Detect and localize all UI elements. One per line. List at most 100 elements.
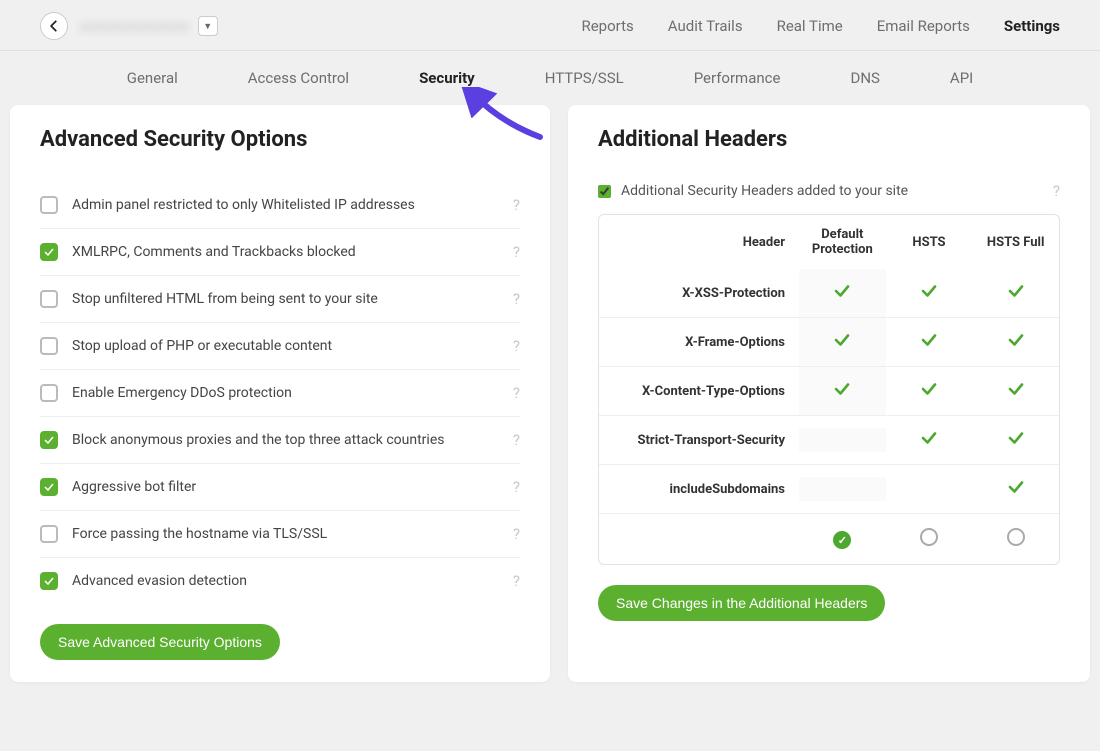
top-nav: Reports Audit Trails Real Time Email Rep…	[581, 17, 1060, 35]
header-name: X-Content-Type-Options	[599, 372, 799, 411]
check-icon	[831, 281, 853, 305]
headers-table-cell	[972, 367, 1059, 415]
check-icon	[831, 330, 853, 354]
security-option-row: Block anonymous proxies and the top thre…	[40, 417, 520, 464]
check-icon	[918, 330, 940, 354]
security-option-label: XMLRPC, Comments and Trackbacks blocked	[72, 244, 513, 260]
headers-table-cell	[972, 318, 1059, 366]
help-icon[interactable]: ?	[513, 384, 520, 402]
headers-table-cell	[886, 318, 973, 366]
col-hsts-full: HSTS Full	[972, 223, 1059, 262]
nav-settings[interactable]: Settings	[1004, 17, 1060, 35]
help-icon[interactable]: ?	[513, 525, 520, 543]
nav-reports[interactable]: Reports	[581, 17, 633, 35]
tab-api[interactable]: API	[950, 69, 973, 87]
settings-subnav: General Access Control Security HTTPS/SS…	[0, 51, 1100, 105]
additional-headers-card: Additional Headers Additional Security H…	[568, 105, 1090, 682]
additional-headers-title: Additional Headers	[598, 127, 1060, 152]
top-bar: xxxxxxxxxxxxx ▼ Reports Audit Trails Rea…	[0, 0, 1100, 51]
header-name: X-XSS-Protection	[599, 274, 799, 313]
help-icon[interactable]: ?	[513, 196, 520, 214]
security-option-label: Aggressive bot filter	[72, 479, 513, 495]
help-icon[interactable]: ?	[1053, 182, 1060, 200]
headers-table-cell	[799, 428, 886, 452]
security-option-checkbox[interactable]	[40, 384, 58, 402]
security-option-row: Force passing the hostname via TLS/SSL?	[40, 511, 520, 558]
security-option-row: Aggressive bot filter?	[40, 464, 520, 511]
additional-headers-toggle[interactable]	[598, 185, 611, 198]
security-option-checkbox[interactable]	[40, 431, 58, 449]
security-option-row: Stop upload of PHP or executable content…	[40, 323, 520, 370]
protection-level-radio-default[interactable]	[833, 531, 851, 549]
headers-table-row: X-Content-Type-Options	[599, 366, 1059, 415]
header-name: includeSubdomains	[599, 470, 799, 509]
headers-table-row: X-Frame-Options	[599, 317, 1059, 366]
protection-level-radio-hsts-full[interactable]	[1007, 528, 1025, 546]
check-icon	[1005, 281, 1027, 305]
security-option-checkbox[interactable]	[40, 243, 58, 261]
security-option-label: Enable Emergency DDoS protection	[72, 385, 513, 401]
help-icon[interactable]: ?	[513, 243, 520, 261]
nav-email-reports[interactable]: Email Reports	[877, 17, 970, 35]
tab-performance[interactable]: Performance	[694, 69, 781, 87]
col-default-protection: Default Protection	[799, 215, 886, 269]
help-icon[interactable]: ?	[513, 431, 520, 449]
advanced-security-card: Advanced Security Options Admin panel re…	[10, 105, 550, 682]
tab-https-ssl[interactable]: HTTPS/SSL	[545, 69, 624, 87]
arrow-left-icon	[47, 19, 61, 33]
headers-table-row: X-XSS-Protection	[599, 269, 1059, 317]
additional-headers-toggle-label: Additional Security Headers added to you…	[621, 183, 1053, 199]
nav-audit-trails[interactable]: Audit Trails	[668, 17, 743, 35]
check-icon	[831, 379, 853, 403]
headers-table-cell	[886, 477, 973, 501]
headers-table-cell	[972, 269, 1059, 317]
headers-table-cell	[886, 416, 973, 464]
help-icon[interactable]: ?	[513, 572, 520, 590]
tab-security[interactable]: Security	[419, 69, 475, 87]
tab-general[interactable]: General	[127, 69, 178, 87]
security-option-label: Block anonymous proxies and the top thre…	[72, 432, 513, 448]
security-option-label: Force passing the hostname via TLS/SSL	[72, 526, 513, 542]
headers-table-cell	[799, 367, 886, 415]
header-name: Strict-Transport-Security	[599, 421, 799, 460]
security-option-checkbox[interactable]	[40, 572, 58, 590]
headers-table-cell	[886, 269, 973, 317]
security-option-checkbox[interactable]	[40, 290, 58, 308]
headers-table-row: includeSubdomains	[599, 464, 1059, 513]
headers-table-cell	[799, 318, 886, 366]
help-icon[interactable]: ?	[513, 478, 520, 496]
security-option-row: Enable Emergency DDoS protection?	[40, 370, 520, 417]
security-option-label: Advanced evasion detection	[72, 573, 513, 589]
headers-table: Header Default Protection HSTS HSTS Full…	[598, 214, 1060, 565]
security-option-row: Stop unfiltered HTML from being sent to …	[40, 276, 520, 323]
security-option-label: Stop upload of PHP or executable content	[72, 338, 513, 354]
headers-table-cell	[799, 477, 886, 501]
headers-table-cell	[972, 465, 1059, 513]
headers-table-cell	[799, 269, 886, 317]
chevron-down-icon: ▼	[203, 21, 212, 32]
protection-level-radio-hsts[interactable]	[920, 528, 938, 546]
security-option-checkbox[interactable]	[40, 525, 58, 543]
security-option-checkbox[interactable]	[40, 337, 58, 355]
security-option-label: Stop unfiltered HTML from being sent to …	[72, 291, 513, 307]
check-icon	[1005, 428, 1027, 452]
security-option-row: XMLRPC, Comments and Trackbacks blocked?	[40, 229, 520, 276]
help-icon[interactable]: ?	[513, 337, 520, 355]
save-advanced-security-button[interactable]: Save Advanced Security Options	[40, 624, 280, 660]
security-option-checkbox[interactable]	[40, 196, 58, 214]
security-option-row: Advanced evasion detection?	[40, 558, 520, 604]
tab-access-control[interactable]: Access Control	[248, 69, 349, 87]
back-button[interactable]	[40, 12, 68, 40]
tab-dns[interactable]: DNS	[850, 69, 879, 87]
check-icon	[1005, 477, 1027, 501]
site-dropdown-button[interactable]: ▼	[198, 16, 218, 36]
help-icon[interactable]: ?	[513, 290, 520, 308]
advanced-security-title: Advanced Security Options	[40, 127, 520, 152]
security-option-checkbox[interactable]	[40, 478, 58, 496]
site-label: xxxxxxxxxxxxx	[80, 17, 190, 35]
check-icon	[1005, 330, 1027, 354]
col-header: Header	[599, 223, 799, 262]
nav-real-time[interactable]: Real Time	[777, 17, 843, 35]
security-option-row: Admin panel restricted to only Whitelist…	[40, 182, 520, 229]
save-additional-headers-button[interactable]: Save Changes in the Additional Headers	[598, 585, 885, 621]
